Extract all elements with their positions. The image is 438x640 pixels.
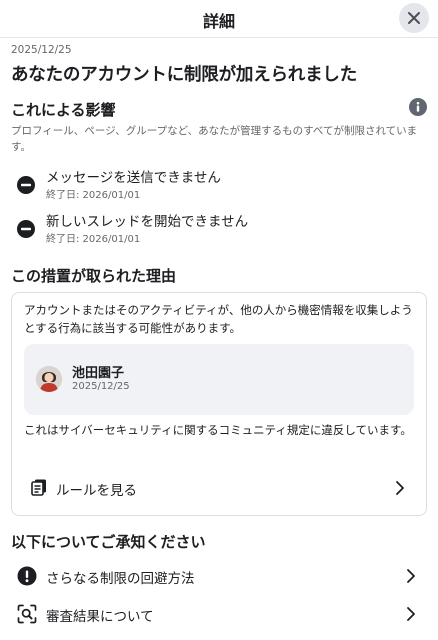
view-rules-label: ルールを見る	[56, 483, 137, 499]
avoid-restrictions-label: さらなる制限の回避方法	[46, 571, 195, 587]
restriction-label: 新しいスレッドを開始できません	[46, 214, 249, 230]
restriction-item: メッセージを送信できません 終了日: 2026/01/01	[0, 166, 438, 202]
notice-headline: あなたのアカウントに制限が加えられました	[11, 65, 357, 85]
restriction-end-date: 終了日: 2026/01/01	[46, 234, 141, 245]
view-rules-button[interactable]: ルールを見る	[12, 471, 426, 505]
reason-heading: この措置が取られた理由	[11, 267, 177, 285]
header-title: 詳細	[202, 12, 235, 31]
restriction-end-date: 終了日: 2026/01/01	[46, 190, 141, 201]
avoid-restrictions-item[interactable]: さらなる制限の回避方法	[0, 558, 438, 594]
impact-heading: これによる影響	[11, 101, 116, 119]
close-icon	[408, 12, 420, 24]
review-results-item[interactable]: 審査結果について	[0, 596, 438, 632]
violation-text: これはサイバーセキュリティに関するコミュニティ規定に違反しています。	[24, 423, 412, 437]
chevron-right-icon	[396, 481, 404, 495]
reason-card: アカウントまたはそのアクティビティが、他の人から機密情報を収集しようとする行為に…	[11, 292, 427, 516]
exclamation-icon	[17, 566, 37, 586]
acknowledge-heading: 以下についてご承知ください	[11, 533, 206, 551]
no-entry-icon	[17, 176, 35, 194]
reporter-name: 池田園子	[72, 366, 125, 381]
avatar	[36, 366, 62, 392]
restriction-label: メッセージを送信できません	[46, 170, 221, 186]
chevron-right-icon	[407, 569, 415, 583]
impact-description: プロフィール、ページ、グループなど、あなたが管理するものすべてが制限されています…	[11, 125, 418, 153]
restriction-item: 新しいスレッドを開始できません 終了日: 2026/01/01	[0, 210, 438, 246]
no-entry-icon	[17, 220, 35, 238]
reporter-card: 池田園子 2025/12/25	[24, 344, 414, 415]
info-icon[interactable]	[409, 98, 427, 116]
close-button[interactable]	[399, 3, 429, 33]
notice-date: 2025/12/25	[11, 44, 72, 56]
reporter-date: 2025/12/25	[72, 381, 130, 392]
reason-text: アカウントまたはそのアクティビティが、他の人から機密情報を収集しようとする行為に…	[24, 303, 413, 335]
rules-book-icon	[31, 479, 46, 496]
review-search-icon	[17, 604, 37, 624]
header-bar: 詳細	[0, 0, 438, 38]
chevron-right-icon	[407, 607, 415, 621]
review-results-label: 審査結果について	[46, 609, 154, 625]
